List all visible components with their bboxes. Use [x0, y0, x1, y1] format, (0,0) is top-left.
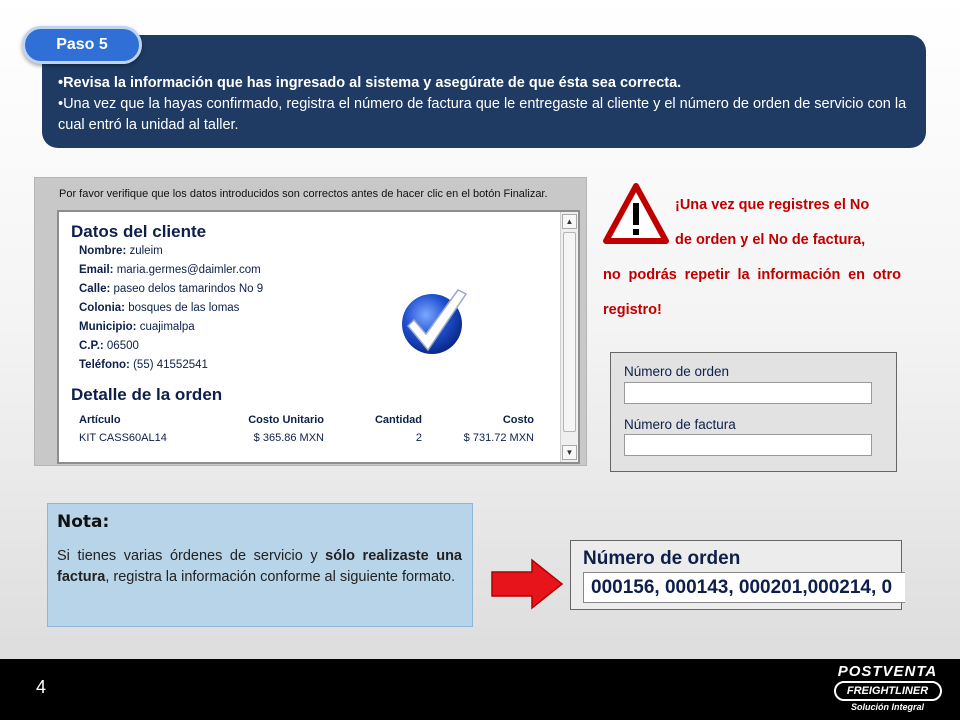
- note-text: Si tienes varias órdenes de servicio y s…: [57, 548, 462, 585]
- cell-unit-cost: $ 365.86 MXN: [253, 432, 324, 444]
- logo-tagline: Solución Integral: [850, 702, 924, 712]
- scroll-thumb[interactable]: [563, 232, 576, 432]
- cell-article: KIT CASS60AL14: [79, 432, 167, 444]
- warning-line-3: no podrás repetir la información en otro…: [603, 267, 901, 318]
- client-field-neighborhood: Colonia: bosques de las lomas: [79, 302, 240, 314]
- table-row: KIT CASS60AL14 $ 365.86 MXN 2 $ 731.72 M…: [79, 432, 534, 450]
- scroll-down-arrow-icon[interactable]: ▼: [562, 445, 577, 460]
- client-field-name: Nombre: zuleim: [79, 245, 163, 257]
- client-field-email: Email: maria.germes@daimler.com: [79, 264, 261, 276]
- logo-brand-badge: FREIGHTLINER: [833, 681, 942, 701]
- step-banner: •Revisa la información que has ingresado…: [42, 35, 926, 148]
- invoice-number-label: Número de factura: [624, 417, 736, 432]
- order-table-header: Artículo Costo Unitario Cantidad Costo: [79, 414, 534, 432]
- client-field-municipality: Municipio: cuajimalpa: [79, 321, 195, 333]
- panel-scrollbar[interactable]: ▲ ▼: [560, 212, 578, 462]
- note-title: Nota:: [57, 512, 110, 532]
- col-header-quantity: Cantidad: [374, 414, 422, 426]
- order-section-title: Detalle de la orden: [71, 385, 223, 404]
- client-field-postal-code: C.P.: 06500: [79, 340, 139, 352]
- example-order-input[interactable]: 000156, 000143, 000201,000214, 0: [583, 572, 905, 603]
- col-header-unit-cost: Costo Unitario: [248, 414, 324, 426]
- warning-line-1: ¡Una vez que registres el No: [675, 197, 870, 213]
- banner-bullet-register: •Una vez que la hayas confirmado, regist…: [58, 96, 907, 133]
- col-header-cost: Costo: [502, 414, 534, 426]
- arrow-right-icon: [491, 558, 564, 610]
- cell-cost: $ 731.72 MXN: [463, 432, 534, 444]
- col-header-article: Artículo: [79, 414, 121, 426]
- invoice-number-input[interactable]: [624, 434, 872, 456]
- warning-line-2: de orden y el No de factura,: [675, 232, 866, 248]
- scroll-up-arrow-icon[interactable]: ▲: [562, 214, 577, 229]
- order-invoice-form: Número de orden Número de factura: [610, 352, 897, 472]
- client-field-street: Calle: paseo delos tamarindos No 9: [79, 283, 264, 295]
- step-badge: Paso 5: [22, 26, 142, 64]
- order-number-label: Número de orden: [624, 364, 730, 379]
- logo-postventa: POSTVENTA: [837, 663, 938, 680]
- order-format-example: Número de orden 000156, 000143, 000201,0…: [570, 540, 905, 610]
- checkmark-icon: [402, 289, 468, 354]
- confirmation-panel: Datos del cliente Nombre: zuleim Email: …: [57, 210, 580, 464]
- client-section-title: Datos del cliente: [71, 222, 207, 241]
- confirmation-screenshot: Por favor verifique que los datos introd…: [34, 177, 587, 466]
- client-field-phone: Teléfono: (55) 41552541: [79, 359, 208, 371]
- banner-bullet-review: •Revisa la información que has ingresado…: [58, 75, 682, 91]
- cell-quantity: 2: [415, 432, 422, 444]
- warning-message: ¡Una vez que registres el No de orden y …: [603, 188, 901, 328]
- example-order-label: Número de orden: [583, 548, 741, 569]
- note-box: Nota: Si tienes varias órdenes de servic…: [47, 503, 473, 627]
- order-number-input[interactable]: [624, 382, 872, 404]
- verify-instructions: Por favor verifique que los datos introd…: [59, 188, 548, 200]
- order-table: Artículo Costo Unitario Cantidad Costo K…: [79, 414, 534, 450]
- page-number: 4: [36, 677, 47, 697]
- footer-bar: 4 POSTVENTA FREIGHTLINER Solución Integr…: [0, 659, 960, 720]
- freightliner-logo: POSTVENTA FREIGHTLINER Solución Integral: [830, 663, 945, 717]
